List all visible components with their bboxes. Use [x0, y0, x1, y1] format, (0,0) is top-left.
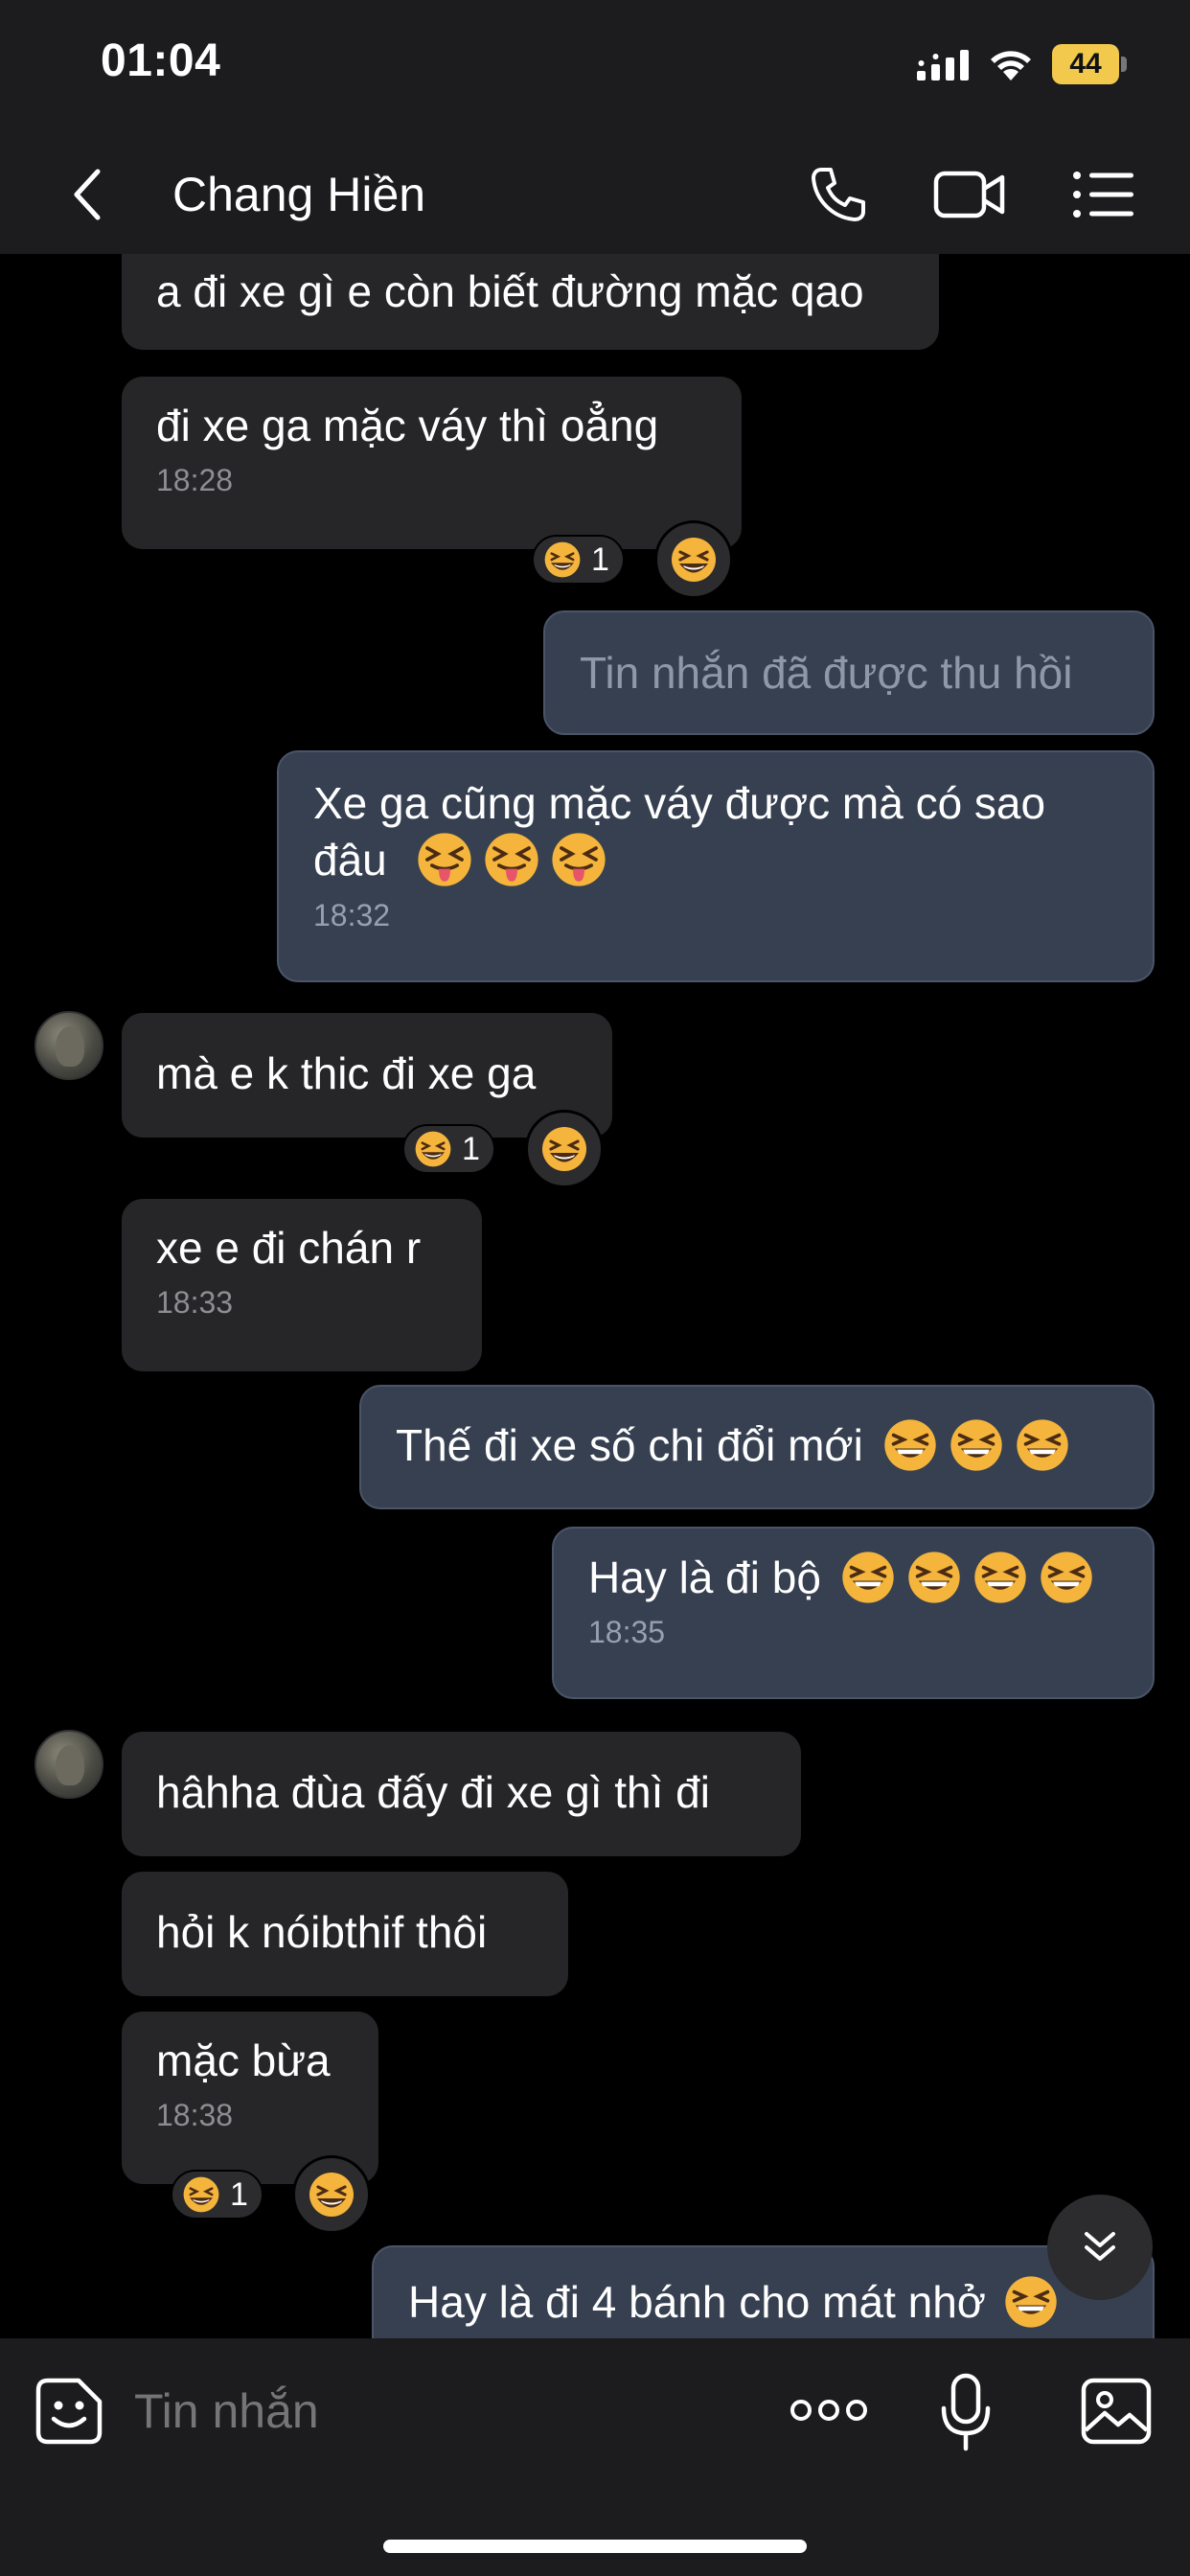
voice-message-button[interactable]: [929, 2367, 1002, 2457]
back-button[interactable]: [57, 161, 115, 228]
message-incoming[interactable]: hỏi k nóibthif thôi: [122, 1872, 568, 1996]
video-camera-icon: [933, 171, 1005, 218]
message-text: Hay là đi bộ: [588, 1552, 821, 1602]
call-button[interactable]: [800, 158, 877, 230]
reaction-summary[interactable]: 1: [532, 535, 625, 585]
grinning-squinting-emoji-icon: [973, 1550, 1028, 1605]
message-incoming[interactable]: đi xe ga mặc váy thì oẳng 18:28: [122, 377, 742, 549]
react-button[interactable]: [292, 2155, 371, 2234]
message-text-row: Hay là đi bộ: [588, 1550, 1118, 1605]
laughing-emoji-icon: [414, 1130, 452, 1168]
message-time: 18:33: [156, 1285, 234, 1320]
react-button[interactable]: [525, 1110, 604, 1188]
sticker-button[interactable]: [29, 2371, 109, 2451]
reaction-summary[interactable]: 1: [171, 2170, 263, 2220]
grinning-squinting-emoji-icon: [1003, 2274, 1059, 2330]
message-text: hỏi k nóibthif thôi: [156, 1907, 488, 1957]
status-time: 01:04: [101, 35, 221, 86]
more-options-button[interactable]: [786, 2377, 872, 2444]
message-time: 18:28: [156, 463, 234, 497]
battery-level: 44: [1069, 48, 1102, 80]
contact-avatar[interactable]: [34, 1011, 103, 1080]
double-chevron-down-icon: [1085, 2232, 1115, 2261]
message-text: mà e k thic đi xe ga: [156, 1048, 537, 1098]
sticker-smile-icon: [35, 2378, 103, 2445]
squinting-tongue-emoji-icon: [416, 831, 473, 888]
message-text: đi xe ga mặc váy thì oẳng: [156, 401, 659, 450]
message-incoming[interactable]: hâhha đùa đấy đi xe gì thì đi: [122, 1732, 801, 1856]
laughing-emoji-icon: [540, 1125, 588, 1173]
message-text: Hay là đi 4 bánh cho mát nhở: [408, 2277, 986, 2327]
message-text: mặc bừa: [156, 2036, 331, 2085]
menu-button[interactable]: [1065, 158, 1142, 230]
laughing-emoji-icon: [543, 540, 582, 579]
message-time: 18:38: [156, 2098, 234, 2132]
reaction-count: 1: [591, 540, 609, 578]
message-time: 18:35: [588, 1615, 666, 1649]
reaction-summary[interactable]: 1: [402, 1124, 495, 1174]
grinning-squinting-emoji-icon: [906, 1550, 962, 1605]
laughing-emoji-icon: [182, 2175, 220, 2214]
message-outgoing[interactable]: Thế đi xe số chi đổi mới: [359, 1385, 1155, 1509]
squinting-tongue-emoji-icon: [483, 831, 540, 888]
scroll-to-bottom-button[interactable]: [1047, 2195, 1153, 2300]
status-bar: 01:04 44: [0, 0, 1190, 134]
message-text-line2: đâu: [313, 831, 1118, 888]
more-dots-icon: [790, 2400, 867, 2421]
reaction-count: 1: [462, 1130, 480, 1167]
message-time: 18:32: [313, 898, 391, 932]
grinning-squinting-emoji-icon: [840, 1550, 896, 1605]
react-button[interactable]: [654, 520, 733, 599]
image-icon: [1081, 2378, 1152, 2445]
message-incoming[interactable]: a đi xe gì e còn biết đường mặc qao: [122, 254, 939, 350]
message-text: Xe ga cũng mặc váy được mà có sao: [313, 778, 1046, 828]
composer-bar: [0, 2338, 1190, 2576]
reaction-count: 1: [230, 2175, 248, 2213]
cellular-signal-icon: [917, 50, 969, 80]
message-list[interactable]: a đi xe gì e còn biết đường mặc qao đi x…: [0, 254, 1190, 2338]
message-text: xe e đi chán r: [156, 1223, 422, 1273]
message-text: Thế đi xe số chi đổi mới: [396, 1420, 863, 1470]
grinning-squinting-emoji-icon: [882, 1417, 938, 1473]
video-call-button[interactable]: [931, 158, 1008, 230]
message-outgoing-recalled[interactable]: Tin nhắn đã được thu hồi: [543, 610, 1155, 735]
squinting-tongue-emoji-icon: [550, 831, 607, 888]
chat-header: Chang Hiền: [0, 134, 1190, 254]
grinning-squinting-emoji-icon: [1039, 1550, 1094, 1605]
grinning-squinting-emoji-icon: [1015, 1417, 1070, 1473]
send-image-button[interactable]: [1075, 2371, 1157, 2451]
wifi-icon: [991, 51, 1031, 80]
message-input[interactable]: [134, 2375, 747, 2448]
contact-avatar[interactable]: [34, 1730, 103, 1799]
message-text: a đi xe gì e còn biết đường mặc qao: [156, 266, 864, 316]
contact-name[interactable]: Chang Hiền: [172, 167, 425, 222]
battery-indicator: 44: [1052, 44, 1127, 84]
message-outgoing[interactable]: Xe ga cũng mặc váy được mà có sao đâu 18…: [277, 750, 1155, 982]
message-text: hâhha đùa đấy đi xe gì thì đi: [156, 1767, 710, 1817]
laughing-emoji-icon: [308, 2171, 355, 2219]
message-outgoing[interactable]: Hay là đi 4 bánh cho mát nhở: [372, 2245, 1155, 2338]
list-icon: [1073, 171, 1133, 218]
phone-icon: [812, 167, 865, 221]
microphone-icon: [941, 2373, 991, 2451]
grinning-squinting-emoji-icon: [949, 1417, 1004, 1473]
home-indicator[interactable]: [383, 2540, 807, 2553]
laughing-emoji-icon: [670, 536, 718, 584]
message-text-row: Thế đi xe số chi đổi mới: [396, 1417, 1118, 1473]
chevron-left-icon: [74, 169, 101, 220]
message-incoming[interactable]: xe e đi chán r 18:33: [122, 1199, 482, 1371]
message-text-row: Hay là đi 4 bánh cho mát nhở: [408, 2274, 1118, 2330]
message-outgoing[interactable]: Hay là đi bộ 18:35: [552, 1527, 1155, 1699]
message-text: Tin nhắn đã được thu hồi: [580, 648, 1073, 698]
